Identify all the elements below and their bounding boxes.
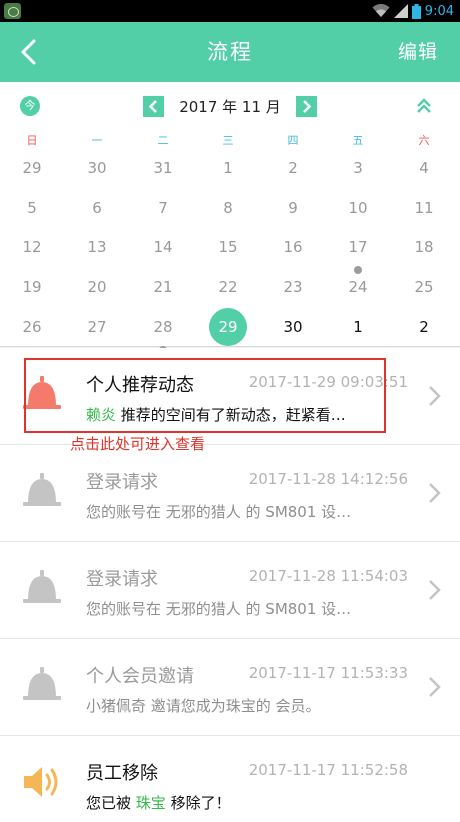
- item-title: 个人会员邀请: [86, 666, 194, 687]
- calendar-day[interactable]: 23: [263, 268, 323, 306]
- today-button[interactable]: 今: [20, 96, 40, 116]
- item-title: 员工移除: [86, 763, 158, 784]
- edit-button[interactable]: 编辑: [398, 22, 438, 82]
- calendar-day[interactable]: 21: [133, 268, 193, 306]
- bell-icon: [23, 473, 61, 506]
- calendar-day[interactable]: 2: [394, 308, 454, 346]
- prev-month-button[interactable]: [143, 96, 164, 117]
- app-notification-icon: [4, 3, 21, 19]
- calendar-day[interactable]: 1: [198, 149, 258, 187]
- calendar-day[interactable]: 16: [263, 228, 323, 266]
- calendar-day[interactable]: 15: [198, 228, 258, 266]
- annotation-highlight-box: [24, 358, 386, 433]
- speaker-icon: [24, 767, 58, 797]
- item-time: 2017-11-17 11:53:33: [248, 664, 408, 682]
- calendar-day[interactable]: 17: [328, 228, 388, 274]
- chevron-right-icon: [429, 386, 441, 406]
- calendar-day-number: 29: [218, 318, 238, 336]
- calendar-day[interactable]: 28: [133, 308, 193, 354]
- calendar-day[interactable]: 27: [67, 308, 127, 346]
- calendar-day[interactable]: 11: [394, 189, 454, 227]
- back-button[interactable]: [12, 34, 48, 70]
- wifi-icon: [372, 4, 390, 17]
- company-link[interactable]: 珠宝: [136, 794, 166, 812]
- app-header: 流程 编辑: [0, 22, 460, 82]
- calendar-day[interactable]: 25: [394, 268, 454, 306]
- calendar-day[interactable]: 24: [328, 268, 388, 306]
- list-item[interactable]: 个人会员邀请 2017-11-17 11:53:33 小猪佩奇 邀请您成为珠宝的…: [0, 639, 460, 736]
- calendar-day[interactable]: 7: [133, 189, 193, 227]
- calendar-day[interactable]: 5: [2, 189, 62, 227]
- calendar-day[interactable]: 30: [263, 308, 323, 346]
- calendar-day[interactable]: 3: [328, 149, 388, 187]
- item-desc-text: 移除了！: [165, 794, 231, 812]
- calendar-day[interactable]: 20: [67, 268, 127, 306]
- item-time: 2017-11-28 11:54:03: [248, 567, 408, 585]
- calendar-day[interactable]: 8: [198, 189, 258, 227]
- calendar-day[interactable]: 6: [67, 189, 127, 227]
- item-title: 登录请求: [86, 569, 158, 590]
- item-time: 2017-11-28 14:12:56: [248, 470, 408, 488]
- calendar-day[interactable]: 31: [133, 149, 193, 187]
- status-time: 9:04: [424, 3, 454, 19]
- item-title: 登录请求: [86, 472, 158, 493]
- list-item[interactable]: 登录请求 2017-11-28 14:12:56 您的账号在 无邪的猎人 的 S…: [0, 445, 460, 542]
- chevron-right-icon: [303, 100, 312, 113]
- month-label: 2017 年 11 月: [179, 98, 281, 116]
- calendar-day[interactable]: 13: [67, 228, 127, 266]
- list-item[interactable]: 员工移除 2017-11-17 11:52:58 您已被 珠宝 移除了！: [0, 736, 460, 822]
- item-desc: 您的账号在 无邪的猎人 的 SM801 设…: [86, 503, 352, 521]
- calendar-day-selected[interactable]: 29: [198, 308, 258, 346]
- annotation-hint: 点击此处可进入查看: [70, 435, 206, 453]
- chevron-left-icon: [21, 39, 36, 65]
- bell-icon: [23, 667, 61, 700]
- calendar-day[interactable]: 26: [2, 308, 62, 346]
- item-desc: 您已被 珠宝 移除了！: [86, 792, 231, 813]
- item-desc-text: 您已被: [86, 794, 136, 812]
- item-time: 2017-11-17 11:52:58: [248, 761, 408, 779]
- battery-icon: [411, 3, 421, 19]
- calendar-day[interactable]: 2: [263, 149, 323, 187]
- list-item[interactable]: 登录请求 2017-11-28 11:54:03 您的账号在 无邪的猎人 的 S…: [0, 542, 460, 639]
- calendar-day[interactable]: 22: [198, 268, 258, 306]
- signal-icon: [393, 4, 408, 18]
- calendar-day[interactable]: 12: [2, 228, 62, 266]
- chevron-right-icon: [429, 677, 441, 697]
- chevron-left-icon: [148, 100, 157, 113]
- next-month-button[interactable]: [296, 96, 317, 117]
- chevron-right-icon: [429, 483, 441, 503]
- calendar-day[interactable]: 1: [328, 308, 388, 346]
- calendar-nav: 今 2017 年 11 月: [0, 82, 460, 130]
- chevron-right-icon: [429, 580, 441, 600]
- calendar-day-number: 17: [348, 238, 368, 256]
- calendar-day[interactable]: 18: [394, 228, 454, 266]
- calendar: 今 2017 年 11 月 日 一 二 三 四 五 六 29 30 31 1 2…: [0, 82, 460, 354]
- calendar-day-number: 28: [153, 318, 173, 336]
- calendar-day[interactable]: 14: [133, 228, 193, 266]
- item-desc: 小猪佩奇 邀请您成为珠宝的 会员。: [86, 697, 321, 715]
- calendar-day[interactable]: 30: [67, 149, 127, 187]
- status-bar: 9:04: [0, 0, 460, 22]
- collapse-calendar-button[interactable]: [414, 96, 434, 116]
- item-desc: 您的账号在 无邪的猎人 的 SM801 设…: [86, 600, 352, 618]
- calendar-day[interactable]: 9: [263, 189, 323, 227]
- calendar-day[interactable]: 29: [2, 149, 62, 187]
- bell-icon: [23, 570, 61, 603]
- double-chevron-up-icon: [417, 98, 431, 113]
- page-title: 流程: [207, 40, 253, 64]
- calendar-day[interactable]: 10: [328, 189, 388, 227]
- calendar-day[interactable]: 4: [394, 149, 454, 187]
- calendar-day[interactable]: 19: [2, 268, 62, 306]
